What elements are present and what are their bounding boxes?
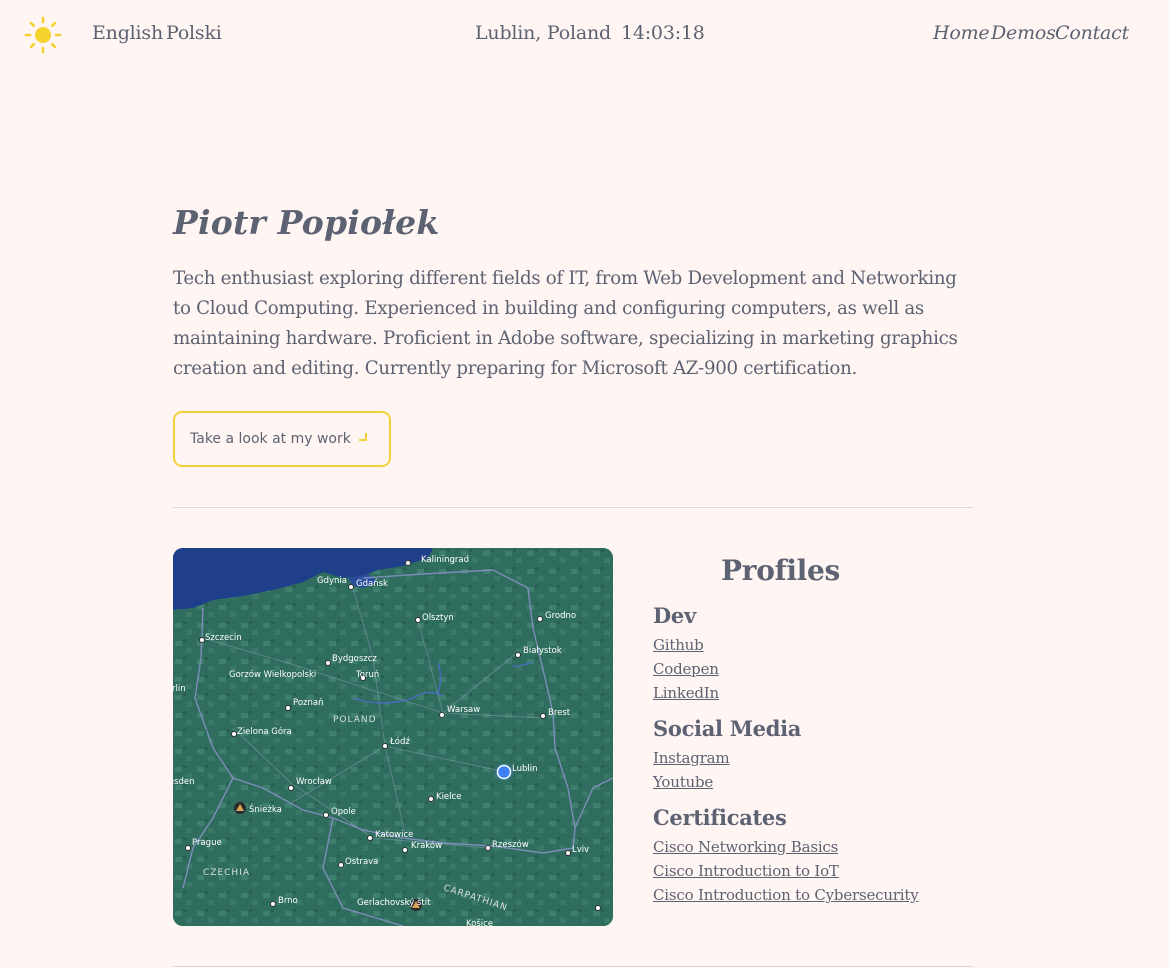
view-work-label: Take a look at my work (190, 431, 351, 447)
bio-paragraph: Tech enthusiast exploring different fiel… (173, 268, 958, 379)
map-city-dresden: Dresden (173, 777, 195, 787)
linkedin-link[interactable]: LinkedIn (653, 684, 719, 702)
profiles-group-dev: Dev (653, 603, 696, 628)
map-city-wroclaw: Wrocław (296, 777, 332, 787)
map-city-krakow: Kraków (411, 840, 442, 851)
arrow-down-right-icon (359, 433, 367, 441)
map-city-bialystok: Białystok (523, 646, 562, 656)
map-peak-gerlach: Gerlachovský štít (357, 897, 431, 908)
nav-home-link[interactable]: Home (933, 22, 990, 44)
nav-demos-link[interactable]: Demos (991, 22, 1056, 44)
instagram-link[interactable]: Instagram (653, 749, 730, 767)
location-label: Lublin, Poland (475, 22, 611, 44)
map-city-kielce: Kielce (436, 792, 461, 802)
map-city-katowice: Katowice (375, 830, 413, 840)
profiles-group-certificates: Certificates (653, 805, 787, 830)
view-work-button[interactable]: Take a look at my work (173, 411, 391, 467)
map-city-berlin: Berlin (173, 684, 186, 694)
section-divider (173, 507, 973, 508)
location-clock: Lublin, Poland 14:03:18 (475, 22, 705, 44)
map-city-lodz: Łódź (389, 736, 410, 747)
map-city-gorzow: Gorzów Wielkopolski (229, 669, 316, 680)
profiles-title: Profiles (721, 554, 840, 587)
current-location-dot (496, 764, 512, 780)
github-link[interactable]: Github (653, 636, 704, 654)
map-city-brno: Brno (278, 896, 298, 906)
map-city-zielona-gora: Zielona Góra (237, 726, 292, 737)
location-map[interactable]: Kaliningrad Gdynia Gdańsk Olsztyn Grodno… (173, 548, 613, 926)
map-city-warsaw: Warsaw (447, 705, 480, 715)
map-city-rzeszow: Rzeszów (492, 839, 529, 850)
cert-iot-link[interactable]: Cisco Introduction to IoT (653, 862, 839, 880)
map-city-prague: Prague (192, 838, 222, 848)
map-city-brest: Brest (548, 708, 571, 718)
map-region-czechia: CZECHIA (203, 868, 250, 878)
map-city-lviv: Lviv (572, 845, 589, 855)
page-title: Piotr Popiołek (173, 203, 440, 242)
sun-icon[interactable] (24, 16, 62, 54)
map-city-bydgoszcz: Bydgoszcz (332, 654, 377, 664)
map-city-kosice: Košice (466, 918, 493, 926)
map-city-poznan: Poznań (293, 698, 323, 708)
map-city-opole: Opole (331, 807, 356, 817)
map-region-poland: POLAND (333, 715, 377, 725)
cert-cybersecurity-link[interactable]: Cisco Introduction to Cybersecurity (653, 886, 919, 904)
map-city-grodno: Grodno (545, 611, 576, 621)
language-polski-link[interactable]: Polski (166, 22, 222, 44)
map-city-gdynia: Gdynia (317, 576, 347, 586)
map-city-gdansk: Gdańsk (356, 579, 388, 589)
section-divider (173, 966, 973, 967)
nav-contact-link[interactable]: Contact (1055, 22, 1129, 44)
clock-time: 14:03:18 (620, 22, 705, 44)
map-city-kaliningrad: Kaliningrad (421, 555, 469, 565)
map-city-lublin: Lublin (512, 764, 537, 774)
map-city-torun: Toruń (355, 670, 379, 680)
map-city-ostrava: Ostrava (345, 857, 378, 867)
map-peak-sniezka: Śnieżka (249, 803, 282, 815)
language-english-link[interactable]: English (92, 22, 163, 44)
map-city-szczecin: Szczecin (205, 633, 242, 643)
cert-networking-basics-link[interactable]: Cisco Networking Basics (653, 838, 838, 856)
youtube-link[interactable]: Youtube (653, 773, 713, 791)
codepen-link[interactable]: Codepen (653, 660, 719, 678)
map-city-olsztyn: Olsztyn (422, 613, 454, 623)
profiles-group-social-media: Social Media (653, 716, 802, 741)
